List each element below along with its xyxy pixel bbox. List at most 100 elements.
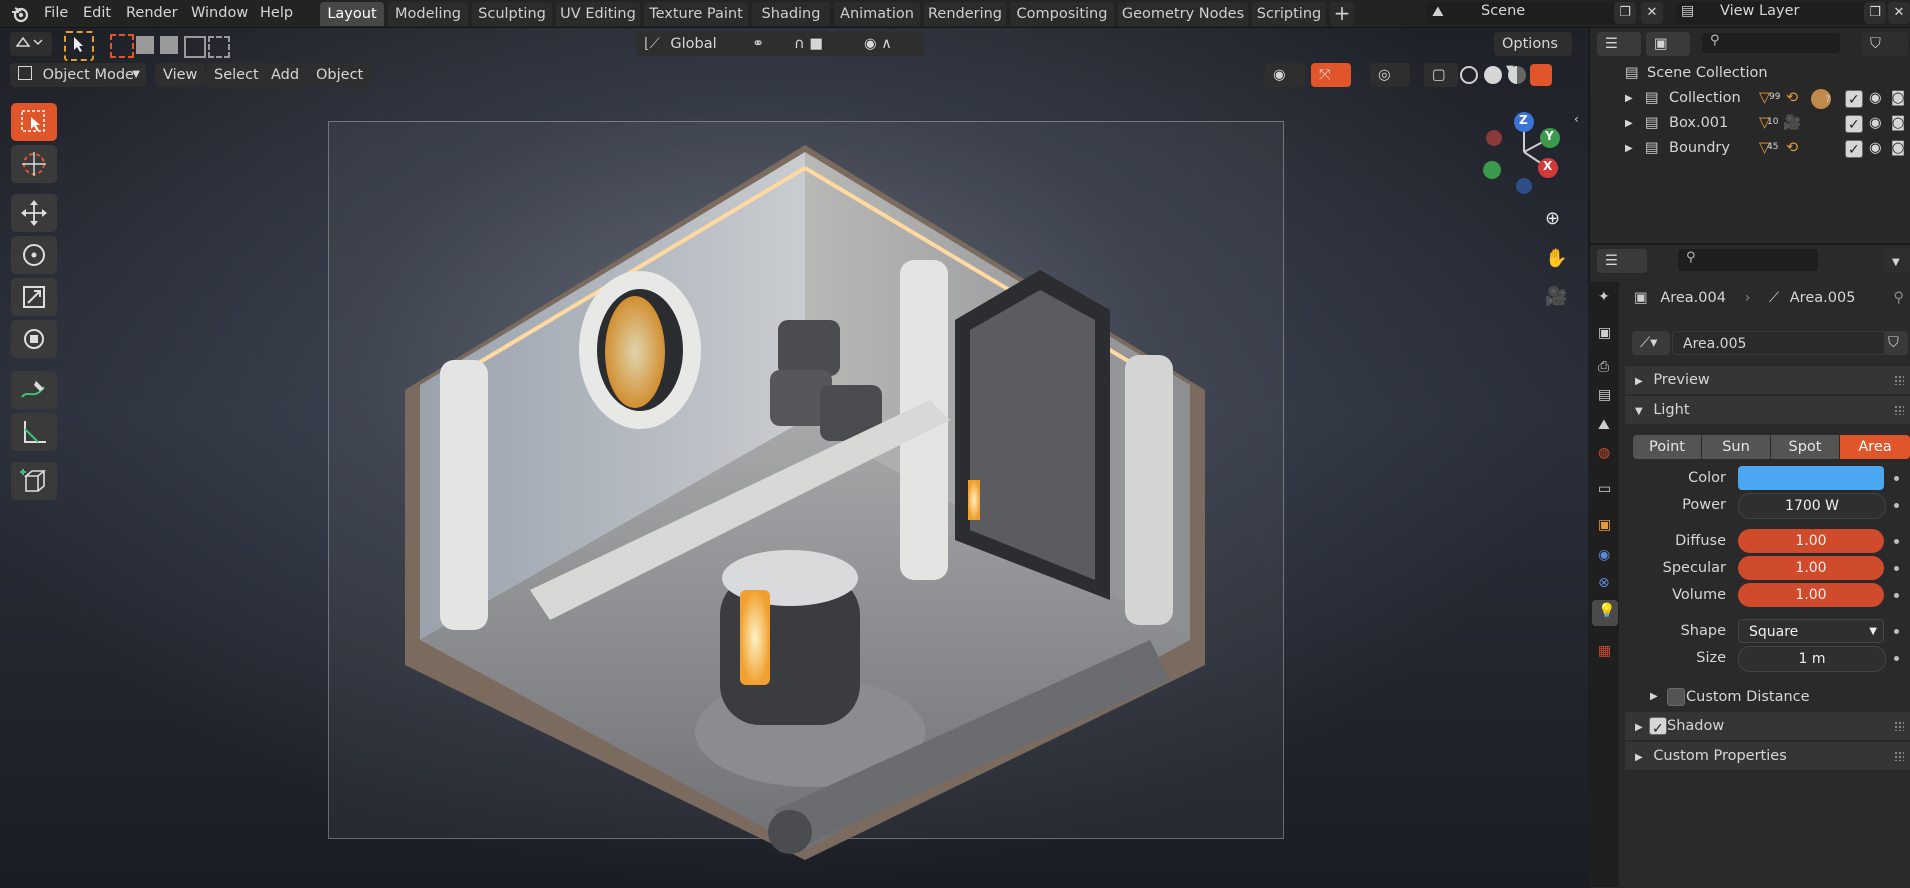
tab-modeling[interactable]: Modeling: [388, 2, 468, 26]
preview-panel-header[interactable]: ▶ Preview: [1625, 366, 1910, 394]
tab-rendering[interactable]: Rendering: [924, 2, 1006, 26]
drag-grip-icon[interactable]: [1894, 751, 1904, 761]
keyframe-dot-icon[interactable]: [1894, 593, 1899, 598]
wireframe-shading-icon[interactable]: [1460, 66, 1478, 84]
solid-shading-icon[interactable]: [1484, 66, 1502, 84]
power-field[interactable]: 1700 W: [1738, 493, 1886, 519]
select-tool-indicator[interactable]: [64, 31, 94, 61]
gizmo-toggle[interactable]: ⤧: [1311, 63, 1351, 87]
object-menu[interactable]: Object: [308, 63, 372, 87]
light-type-spot[interactable]: Spot: [1771, 435, 1839, 459]
pin-icon[interactable]: ⚲: [1893, 286, 1904, 310]
drag-grip-icon[interactable]: [1894, 405, 1904, 415]
render-camera-icon[interactable]: ◙: [1891, 136, 1905, 161]
zoom-icon[interactable]: ⊕: [1545, 208, 1567, 230]
gizmo-z-label[interactable]: Z: [1519, 113, 1528, 127]
rendered-shading-icon[interactable]: [1530, 64, 1552, 86]
options-dropdown[interactable]: Options ▼: [1494, 32, 1572, 75]
light-data-tab-icon[interactable]: 💡: [1592, 600, 1618, 626]
navigation-gizmo[interactable]: Z Y X: [1480, 108, 1568, 200]
blender-logo-icon[interactable]: [10, 4, 30, 24]
outliner-row-box[interactable]: ▶ ▤ Box.001 ▽ 10 🎥 ◉ ◙: [1589, 111, 1910, 138]
3d-viewport[interactable]: ⌊⟋ Global ▼ ⚭ ∩ ■ ◉ ∧ Options ▼ Object M…: [0, 28, 1588, 887]
view-layer-tab-icon[interactable]: ▤: [1592, 384, 1618, 410]
texture-tab-icon[interactable]: ▦: [1592, 640, 1618, 666]
drag-grip-icon[interactable]: [1894, 721, 1904, 731]
tab-sculpting[interactable]: Sculpting: [472, 2, 552, 26]
add-menu[interactable]: Add: [263, 63, 308, 87]
menu-window[interactable]: Window: [185, 0, 254, 27]
visibility-dropdown[interactable]: ◉: [1265, 63, 1305, 87]
shape-dropdown[interactable]: Square ▼: [1738, 619, 1884, 643]
diffuse-field[interactable]: 1.00: [1738, 529, 1884, 553]
world-tab-icon[interactable]: ◍: [1592, 442, 1618, 468]
scale-tool[interactable]: [11, 278, 57, 316]
cursor-tool[interactable]: [11, 145, 57, 183]
custom-distance-checkbox[interactable]: [1667, 688, 1685, 706]
size-field[interactable]: 1 m: [1738, 646, 1886, 672]
snap-toggle[interactable]: ∩ ■: [786, 32, 864, 56]
gizmo-x-label[interactable]: X: [1543, 159, 1552, 173]
light-panel-header[interactable]: ▼ Light: [1625, 396, 1910, 424]
exclude-checkbox[interactable]: [1845, 113, 1863, 138]
menu-edit[interactable]: Edit: [77, 0, 117, 27]
exclude-checkbox[interactable]: [1845, 88, 1863, 113]
datablock-selector[interactable]: ⟋▾ Area.005 ⛉: [1632, 331, 1910, 355]
expand-arrow-icon[interactable]: ▶: [1625, 111, 1633, 136]
pan-hand-icon[interactable]: ✋: [1545, 248, 1567, 270]
properties-options[interactable]: ▼: [1884, 249, 1910, 273]
keyframe-dot-icon[interactable]: [1894, 566, 1899, 571]
menu-file[interactable]: File: [38, 0, 74, 27]
render-camera-icon[interactable]: ◙: [1891, 111, 1905, 136]
keyframe-dot-icon[interactable]: [1894, 476, 1899, 481]
light-type-area[interactable]: Area: [1840, 435, 1910, 459]
custom-properties-panel-header[interactable]: ▶ Custom Properties: [1625, 742, 1910, 770]
tab-geometry-nodes[interactable]: Geometry Nodes: [1118, 2, 1248, 26]
light-type-point[interactable]: Point: [1633, 435, 1701, 459]
output-tab-icon[interactable]: ⎙: [1592, 356, 1618, 382]
tab-uv-editing[interactable]: UV Editing: [556, 2, 640, 26]
gizmo-y-label[interactable]: Y: [1545, 129, 1554, 143]
visibility-eye-icon[interactable]: ◉: [1869, 86, 1882, 111]
volume-field[interactable]: 1.00: [1738, 583, 1884, 607]
camera-view-icon[interactable]: 🎥: [1545, 286, 1567, 308]
move-tool[interactable]: [11, 194, 57, 232]
add-cube-tool[interactable]: [11, 462, 57, 500]
measure-tool[interactable]: [11, 413, 57, 451]
view-menu[interactable]: View: [155, 63, 206, 87]
select-extend-icon[interactable]: [136, 36, 154, 54]
scene-tab-icon[interactable]: ⛰: [1592, 414, 1618, 440]
select-menu[interactable]: Select: [206, 63, 267, 87]
keyframe-dot-icon[interactable]: [1894, 539, 1899, 544]
overlay-toggle[interactable]: ◎: [1370, 63, 1410, 87]
select-new-icon[interactable]: [110, 34, 134, 58]
shadow-panel-header[interactable]: ▶ Shadow: [1625, 712, 1910, 743]
mode-dropdown[interactable]: Object Mode ▼: [10, 63, 146, 87]
expand-arrow-icon[interactable]: ▶: [1625, 86, 1633, 111]
expand-arrow-icon[interactable]: ▶: [1625, 136, 1633, 161]
view-layer-selector[interactable]: ▤ View Layer: [1676, 2, 1872, 24]
close-view-layer-icon[interactable]: ✕: [1888, 2, 1910, 24]
render-tab-icon[interactable]: ▣: [1592, 322, 1618, 348]
properties-editor-type[interactable]: ☰: [1597, 249, 1647, 273]
select-invert-icon[interactable]: [184, 36, 206, 58]
xray-toggle[interactable]: ▢: [1424, 63, 1458, 87]
copy-scene-icon[interactable]: ❐: [1614, 2, 1636, 24]
tool-tab-icon[interactable]: ✦: [1592, 286, 1618, 312]
select-intersect-icon[interactable]: [208, 36, 230, 58]
select-box-tool[interactable]: [11, 103, 57, 141]
outliner-editor-type[interactable]: ☰: [1597, 32, 1641, 56]
tab-layout[interactable]: Layout: [320, 2, 384, 26]
outliner-row-collection[interactable]: ▶ ▤ Collection ▽ 99 ⟲ 7 ◉ ◙: [1589, 86, 1910, 113]
visibility-eye-icon[interactable]: ◉: [1869, 136, 1882, 161]
light-color-swatch[interactable]: [1738, 466, 1884, 490]
exclude-checkbox[interactable]: [1845, 138, 1863, 163]
filter-dropdown[interactable]: ⛉: [1862, 32, 1908, 56]
tab-texture-paint[interactable]: Texture Paint: [644, 2, 748, 26]
selection-mode-buttons[interactable]: [110, 34, 232, 58]
outliner-row-boundry[interactable]: ▶ ▤ Boundry ▽ 45 ⟲ ◉ ◙: [1589, 136, 1910, 163]
render-camera-icon[interactable]: ◙: [1891, 86, 1905, 111]
menu-render[interactable]: Render: [120, 0, 184, 27]
sidebar-toggle-icon[interactable]: ‹: [1574, 112, 1579, 126]
menu-help[interactable]: Help: [254, 0, 299, 27]
